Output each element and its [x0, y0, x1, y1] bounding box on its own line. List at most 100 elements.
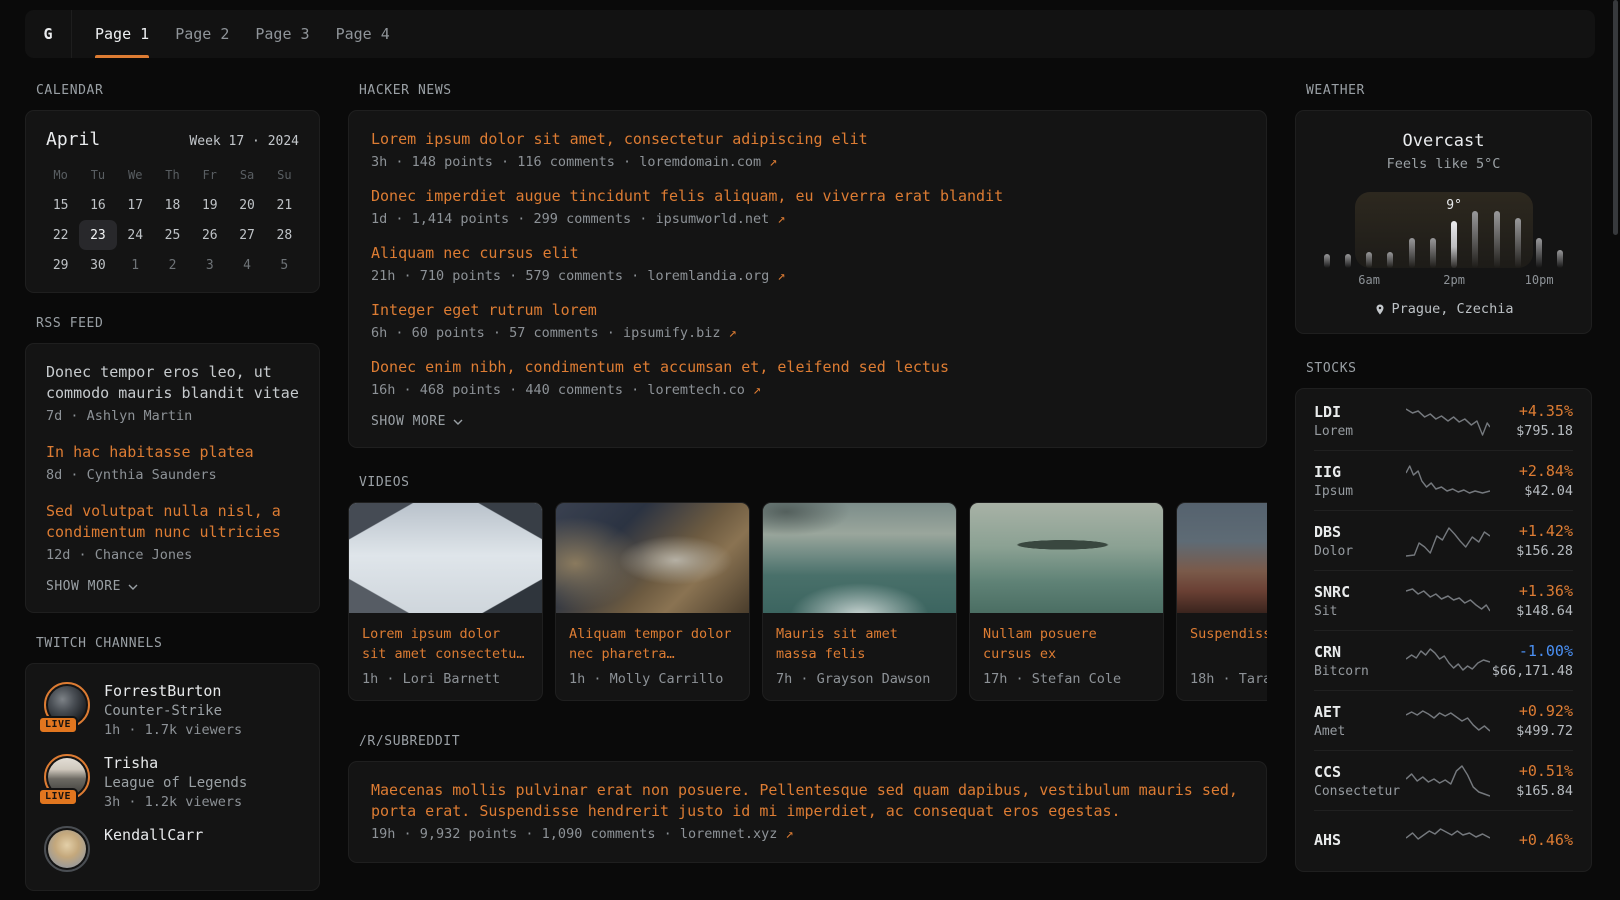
weather-bar: [1387, 252, 1393, 268]
tab-page-2[interactable]: Page 2: [162, 10, 242, 58]
calendar-day: 24: [117, 220, 154, 250]
stock-left: SNRCSit: [1314, 583, 1406, 619]
stock-change: +1.42%: [1516, 522, 1573, 540]
calendar-day: 3: [191, 250, 228, 280]
tab-page-4[interactable]: Page 4: [323, 10, 403, 58]
external-link-icon[interactable]: ↗: [753, 382, 761, 398]
rss-item-title[interactable]: Sed volutpat nulla nisl, a condimentum n…: [46, 501, 299, 543]
post-title[interactable]: Integer eget rutrum lorem: [371, 300, 1244, 321]
calendar-day: 28: [266, 220, 303, 250]
tab-page-1[interactable]: Page 1: [82, 10, 162, 58]
calendar-day: 27: [228, 220, 265, 250]
calendar-day: 16: [79, 190, 116, 220]
calendar-day: 26: [191, 220, 228, 250]
weather-bar: [1472, 211, 1478, 268]
stock-row[interactable]: AHS+0.46%: [1314, 810, 1573, 869]
stock-sparkline: [1406, 403, 1490, 439]
stock-row[interactable]: CRNBitcorn-1.00%$66,171.48: [1314, 630, 1573, 690]
post-title[interactable]: Aliquam nec cursus elit: [371, 243, 1244, 264]
scrollbar: [1613, 0, 1618, 900]
videos-section: VIDEOS Lorem ipsum dolor sit amet consec…: [348, 474, 1267, 701]
weather-bar-current: [1451, 221, 1457, 268]
rss-item: In hac habitasse platea8d · Cynthia Saun…: [46, 442, 299, 485]
hour-label: 10pm: [1525, 273, 1554, 287]
channel-avatar[interactable]: LIVE: [44, 754, 90, 800]
app-logo[interactable]: G: [25, 10, 72, 58]
rss-items: Donec tempor eros leo, ut commodo mauris…: [46, 362, 299, 565]
external-link-icon[interactable]: ↗: [769, 154, 777, 170]
external-link-icon[interactable]: ↗: [786, 826, 794, 842]
columns: CALENDAR April Week 17 · 2024 MoTuWeThFr…: [0, 58, 1620, 891]
rss-item-title[interactable]: In hac habitasse platea: [46, 442, 299, 463]
weather-location-row: Prague, Czechia: [1311, 301, 1576, 317]
stock-row[interactable]: IIGIpsum+2.84%$42.04: [1314, 450, 1573, 510]
calendar-day: 29: [42, 250, 79, 280]
channel-name[interactable]: KendallCarr: [104, 826, 203, 844]
rss-item-meta: 7d · Ashlyn Martin: [46, 407, 299, 426]
twitch-channel-row: LIVEForrestBurtonCounter-Strike1h · 1.7k…: [44, 682, 301, 738]
calendar-day: 5: [266, 250, 303, 280]
post-title[interactable]: Donec enim nibh, condimentum et accumsan…: [371, 357, 1244, 378]
stock-price: $148.64: [1516, 603, 1573, 619]
post-meta: 1d · 1,414 points · 299 comments · ipsum…: [371, 210, 1244, 229]
stock-sparkline: [1406, 822, 1490, 858]
dashboard-page: G Page 1Page 2Page 3Page 4 CALENDAR Apri…: [0, 0, 1620, 900]
calendar-day: 15: [42, 190, 79, 220]
stock-row[interactable]: DBSDolor+1.42%$156.28: [1314, 510, 1573, 570]
calendar-day: 19: [191, 190, 228, 220]
stock-row[interactable]: AETAmet+0.92%$499.72: [1314, 690, 1573, 750]
channel-name[interactable]: Trisha: [104, 754, 247, 772]
external-link-icon[interactable]: ↗: [777, 211, 785, 227]
weather-bar: [1430, 238, 1436, 268]
channel-avatar[interactable]: LIVE: [44, 682, 90, 728]
calendar-day: 4: [228, 250, 265, 280]
calendar-section: CALENDAR April Week 17 · 2024 MoTuWeThFr…: [25, 82, 320, 293]
calendar-weekday: Mo: [42, 160, 79, 190]
stock-change: -1.00%: [1492, 642, 1573, 660]
hn-show-more-button[interactable]: SHOW MORE: [371, 414, 1244, 429]
channel-avatar[interactable]: [44, 826, 90, 872]
video-card[interactable]: Nullam posuere cursus ex17h · Stefan Col…: [969, 502, 1164, 701]
calendar-weekday: Tu: [79, 160, 116, 190]
video-card[interactable]: Aliquam tempor dolor nec pharetra…1h · M…: [555, 502, 750, 701]
weather-bar: [1366, 252, 1372, 268]
stock-row[interactable]: CCSConsectetur+0.51%$165.84: [1314, 750, 1573, 810]
stock-left: IIGIpsum: [1314, 463, 1406, 499]
channel-info: TrishaLeague of Legends3h · 1.2k viewers: [104, 754, 247, 810]
current-temp-label: 9°: [1446, 198, 1462, 213]
channel-category: Counter-Strike: [104, 703, 242, 719]
external-link-icon[interactable]: ↗: [777, 268, 785, 284]
live-badge: LIVE: [38, 716, 78, 734]
video-card[interactable]: Lorem ipsum dolor sit amet consectetu…1h…: [348, 502, 543, 701]
weather-section: WEATHER Overcast Feels like 5°C 9° 6am2p…: [1295, 82, 1592, 334]
post-title[interactable]: Maecenas mollis pulvinar erat non posuer…: [371, 780, 1244, 822]
calendar-day: 18: [154, 190, 191, 220]
tabs: Page 1Page 2Page 3Page 4: [82, 10, 403, 58]
stock-price: $499.72: [1516, 723, 1573, 739]
left-column: CALENDAR April Week 17 · 2024 MoTuWeThFr…: [25, 82, 320, 891]
video-card[interactable]: Mauris sit amet massa felis7h · Grayson …: [762, 502, 957, 701]
calendar-card: April Week 17 · 2024 MoTuWeThFrSaSu15161…: [25, 110, 320, 293]
stock-right: +0.51%$165.84: [1516, 762, 1573, 799]
calendar-week-year: Week 17 · 2024: [189, 134, 299, 149]
stock-row[interactable]: LDILorem+4.35%$795.18: [1314, 391, 1573, 450]
scrollbar-thumb[interactable]: [1613, 0, 1618, 235]
channel-name[interactable]: ForrestBurton: [104, 682, 242, 700]
tab-page-3[interactable]: Page 3: [242, 10, 322, 58]
post-title[interactable]: Lorem ipsum dolor sit amet, consectetur …: [371, 129, 1244, 150]
rss-item-title[interactable]: Donec tempor eros leo, ut commodo mauris…: [46, 362, 299, 404]
calendar-weekday: Su: [266, 160, 303, 190]
stock-right: +0.92%$499.72: [1516, 702, 1573, 739]
stock-sparkline: [1406, 703, 1490, 739]
stock-symbol: CRN: [1314, 643, 1406, 661]
rss-show-more-button[interactable]: SHOW MORE: [46, 579, 299, 594]
stock-symbol: DBS: [1314, 523, 1406, 541]
external-link-icon[interactable]: ↗: [729, 325, 737, 341]
rss-item: Sed volutpat nulla nisl, a condimentum n…: [46, 501, 299, 565]
stock-row[interactable]: SNRCSit +1.36% $148.64: [1314, 570, 1573, 630]
post-title[interactable]: Donec imperdiet augue tincidunt felis al…: [371, 186, 1244, 207]
rss-item-meta: 12d · Chance Jones: [46, 546, 299, 565]
stock-change: +1.36%: [1516, 582, 1573, 600]
weather-chart: 9°: [1316, 188, 1571, 268]
video-card[interactable]: Suspendisse diam18h · Tara: [1176, 502, 1267, 701]
